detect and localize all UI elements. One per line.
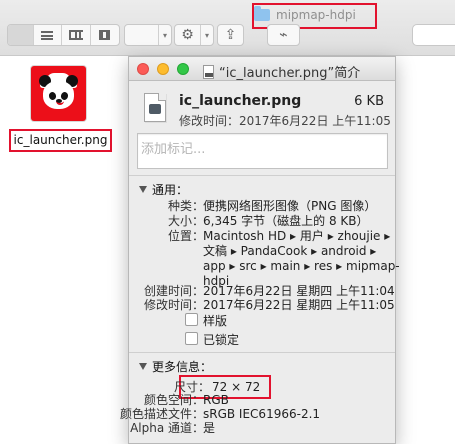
more-info-section-header[interactable]: 更多信息：: [139, 358, 212, 375]
action-button[interactable]: ⚙ ▾: [174, 24, 214, 46]
location-line: 文稿 ▸ PandaCook ▸ android ▸: [203, 244, 377, 258]
alpha-value: 是: [203, 421, 216, 435]
color-space-label: 颜色空间：: [143, 393, 204, 407]
color-profile-value: sRGB IEC61966-2.1: [203, 407, 321, 421]
stationery-checkbox[interactable]: [185, 313, 198, 326]
columns-icon: [68, 30, 83, 40]
general-section-title: 通用：: [152, 183, 189, 197]
created-value: 2017年6月22日 星期四 上午11:04: [203, 284, 395, 298]
location-label: 位置：: [167, 229, 204, 243]
modified-label: 修改时间：: [143, 298, 204, 312]
view-mode-segmented-control[interactable]: [7, 24, 120, 46]
stationery-label: 样版: [203, 314, 228, 328]
list-icon: [41, 30, 54, 40]
created-label: 创建时间：: [143, 284, 204, 298]
locked-checkbox[interactable]: [185, 332, 198, 345]
alpha-label: Alpha 通道：: [130, 421, 204, 435]
icon-view-button[interactable]: [8, 25, 34, 45]
tags-divider: [129, 175, 395, 176]
png-file-icon: [203, 64, 214, 79]
window-titlebar[interactable]: “ic_launcher.png”简介: [129, 57, 395, 81]
desktop-file-name[interactable]: ic_launcher.png: [9, 129, 112, 152]
disclosure-triangle-icon[interactable]: [139, 363, 147, 370]
cover-flow-icon: [97, 30, 113, 40]
general-section-header[interactable]: 通用：: [139, 181, 188, 198]
arrange-button[interactable]: ▾: [124, 24, 172, 46]
window-title: “ic_launcher.png”简介: [203, 62, 360, 81]
locked-label: 已锁定: [203, 333, 240, 347]
kind-label: 种类：: [167, 199, 204, 213]
ic-launcher-file-icon[interactable]: [31, 66, 86, 121]
tag-button[interactable]: ⌁: [267, 24, 300, 46]
file-name: ic_launcher.png: [179, 93, 302, 109]
chevron-down-icon: ▾: [162, 30, 167, 40]
cover-flow-button[interactable]: [91, 25, 119, 45]
location-line: Macintosh HD ▸ 用户 ▸ zhoujie ▸: [203, 229, 391, 243]
png-document-icon: [144, 93, 166, 122]
get-info-window: “ic_launcher.png”简介 ic_launcher.png 6 KB…: [120, 56, 400, 444]
location-line: app ▸ src ▸ main ▸ res ▸ mipmap-: [203, 259, 400, 273]
chevron-down-icon: ▾: [204, 30, 209, 40]
zoom-window-icon[interactable]: [177, 63, 189, 75]
size-value: 6,345 字节（磁盘上的 8 KB）: [203, 214, 369, 228]
tag-icon: ⌁: [279, 27, 288, 43]
tags-field[interactable]: 添加标记...: [137, 133, 388, 169]
close-window-icon[interactable]: [137, 63, 149, 75]
panda-mouth-icon: [56, 101, 64, 105]
size-label: 大小：: [167, 214, 204, 228]
share-icon: ⇪: [224, 27, 237, 43]
color-profile-label: 颜色描述文件：: [119, 407, 204, 421]
gear-icon: ⚙: [175, 25, 201, 45]
finder-toolbar: mipmap-hdpi ▾ ⚙ ▾ ⇪ ⌁: [0, 0, 455, 56]
modified-value: 2017年6月22日 星期四 上午11:05: [203, 298, 395, 312]
panda-face-icon: [43, 81, 74, 109]
more-info-section-title: 更多信息：: [152, 360, 213, 374]
disclosure-triangle-icon[interactable]: [139, 186, 147, 193]
modified-summary: 修改时间：2017年6月22日 上午11:05: [179, 114, 391, 128]
icon-grid-icon: [14, 30, 26, 40]
file-size-short: 6 KB: [354, 94, 384, 109]
minimize-window-icon[interactable]: [157, 63, 169, 75]
arrange-grid-icon: [125, 25, 159, 45]
kind-value: 便携网络图形图像（PNG 图像）: [203, 199, 377, 213]
list-view-button[interactable]: [34, 25, 63, 45]
search-field[interactable]: [412, 24, 455, 46]
column-view-button[interactable]: [62, 25, 91, 45]
window-title-text: “ic_launcher.png”简介: [219, 66, 361, 81]
share-button[interactable]: ⇪: [217, 24, 244, 46]
color-space-value: RGB: [203, 393, 229, 407]
more-info-divider: [129, 352, 395, 353]
